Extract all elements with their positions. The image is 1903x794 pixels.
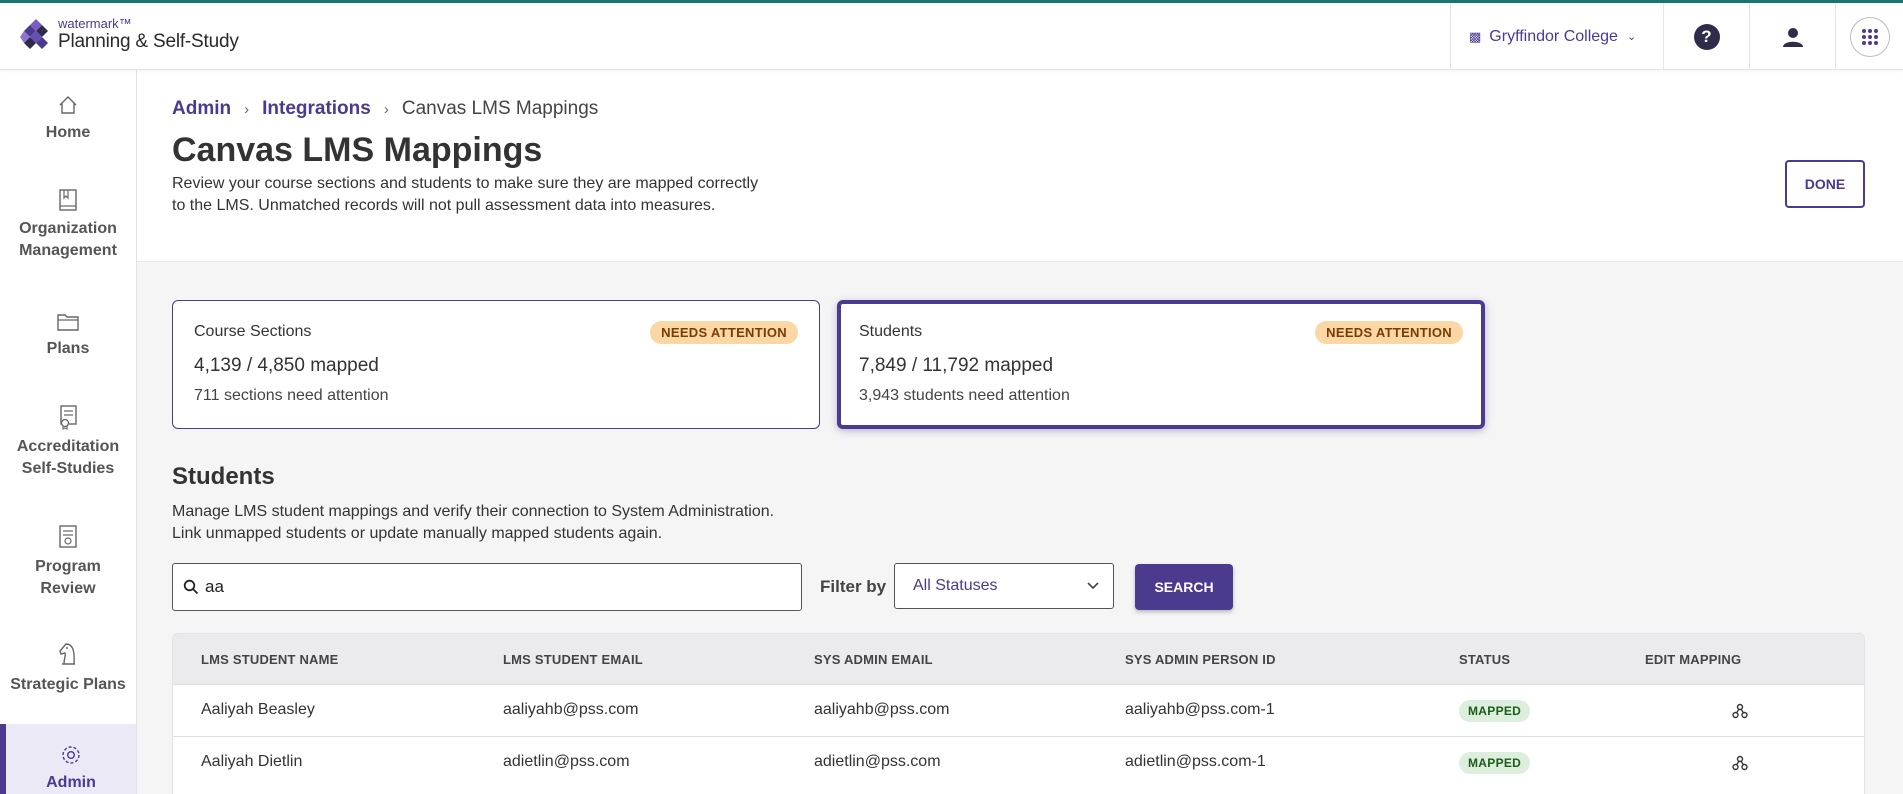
college-selector[interactable]: ▩ Gryffindor College ⌄ — [1450, 3, 1663, 70]
brand-small-text: watermark™ — [58, 16, 132, 31]
column-header[interactable]: LMS STUDENT NAME — [201, 652, 339, 667]
breadcrumb: Admin › Integrations › Canvas LMS Mappin… — [172, 98, 598, 120]
filter-label: Filter by — [820, 577, 887, 596]
column-header[interactable]: SYS ADMIN PERSON ID — [1125, 652, 1276, 667]
lms-student-name: Aaliyah Beasley — [201, 701, 315, 718]
table-row: Aaliyah Dietlin adietlin@pss.com adietli… — [173, 736, 1864, 788]
card-mapped-count: 4,139 / 4,850 mapped — [194, 355, 379, 376]
card-attention-count: 711 sections need attention — [194, 387, 389, 404]
watermark-logo-icon — [20, 19, 48, 49]
gear-icon — [60, 738, 82, 766]
page-description: Review your course sections and students… — [172, 175, 759, 214]
needs-attention-badge: NEEDS ATTENTION — [650, 321, 798, 344]
page-title: Canvas LMS Mappings — [172, 131, 543, 169]
home-icon — [57, 86, 79, 116]
lms-student-name: Aaliyah Dietlin — [201, 753, 303, 770]
breadcrumb-integrations-link[interactable]: Integrations — [262, 98, 371, 120]
students-section-title: Students — [172, 463, 275, 490]
sidebar-item-label: Admin — [46, 774, 96, 791]
sidebar-item-plans[interactable]: Plans — [0, 302, 136, 382]
apps-button[interactable] — [1835, 3, 1903, 70]
sidebar-item-label: Organization Management — [19, 220, 117, 259]
sidebar-item-organization-management[interactable]: Organization Management — [0, 182, 136, 282]
help-button[interactable]: ? — [1663, 3, 1749, 70]
column-header: EDIT MAPPING — [1645, 652, 1742, 667]
sidebar-item-strategic-plans[interactable]: Strategic Plans — [0, 638, 136, 718]
sidebar-item-program-review[interactable]: Program Review — [0, 520, 136, 620]
chevron-down-icon: ⌄ — [1626, 31, 1637, 43]
document-review-icon — [57, 520, 79, 550]
lms-student-email: adietlin@pss.com — [503, 753, 630, 770]
search-icon — [183, 579, 199, 595]
folder-icon — [56, 302, 80, 332]
card-mapped-count: 7,849 / 11,792 mapped — [859, 355, 1054, 376]
sys-admin-email: adietlin@pss.com — [814, 753, 941, 770]
sidebar-item-label: Home — [45, 124, 91, 141]
user-icon — [1782, 27, 1803, 47]
apps-grid-icon — [1849, 16, 1890, 57]
watermark-logo[interactable]: watermark™ Planning & Self-Study — [20, 17, 239, 53]
lms-student-email: aaliyahb@pss.com — [503, 701, 639, 718]
sidebar-item-label: Plans — [46, 340, 90, 357]
sidebar-item-accreditation-self-studies[interactable]: Accreditation Self-Studies — [0, 400, 136, 500]
status-badge: MAPPED — [1459, 700, 1531, 722]
sys-admin-person-id: aaliyahb@pss.com-1 — [1125, 701, 1275, 718]
card-label: Students — [859, 323, 923, 340]
sidebar-item-admin[interactable]: Admin — [0, 724, 136, 794]
college-name: Gryffindor College — [1489, 27, 1618, 45]
students-table: LMS STUDENT NAME LMS STUDENT EMAIL SYS A… — [172, 633, 1865, 794]
building-icon: ▩ — [1469, 28, 1482, 44]
top-bar: watermark™ Planning & Self-Study ▩ Gryff… — [0, 0, 1903, 70]
user-menu-button[interactable] — [1749, 3, 1835, 70]
breadcrumb-separator-icon: › — [244, 100, 250, 118]
done-button[interactable]: DONE — [1785, 160, 1865, 208]
description-line: Link unmapped students or update manuall… — [172, 525, 663, 542]
sidebar-item-label: Program Review — [35, 558, 101, 597]
status-filter-select[interactable]: All Statuses — [894, 563, 1114, 609]
chess-knight-icon — [56, 638, 80, 668]
chevron-down-icon — [1087, 582, 1099, 590]
edit-mapping-icon[interactable] — [1732, 755, 1748, 771]
brand-name: Planning & Self-Study — [58, 31, 239, 52]
card-attention-count: 3,943 students need attention — [859, 387, 1070, 404]
students-card[interactable]: Students NEEDS ATTENTION 7,849 / 11,792 … — [837, 300, 1485, 429]
sidebar: Home Organization Management Plans Accre… — [0, 70, 137, 794]
breadcrumb-admin-link[interactable]: Admin — [172, 98, 231, 120]
status-filter-value: All Statuses — [913, 577, 998, 594]
description-line: Manage LMS student mappings and verify t… — [172, 503, 775, 520]
book-icon — [57, 182, 79, 212]
needs-attention-badge: NEEDS ATTENTION — [1315, 321, 1463, 344]
breadcrumb-current: Canvas LMS Mappings — [401, 98, 599, 119]
sidebar-item-label: Strategic Plans — [10, 676, 126, 693]
column-header[interactable]: LMS STUDENT EMAIL — [503, 652, 643, 667]
sys-admin-person-id: adietlin@pss.com-1 — [1125, 753, 1266, 770]
search-field[interactable] — [172, 563, 802, 611]
search-button[interactable]: SEARCH — [1135, 564, 1233, 610]
sidebar-item-home[interactable]: Home — [0, 86, 136, 166]
sys-admin-email: aaliyahb@pss.com — [814, 701, 950, 718]
edit-mapping-icon[interactable] — [1732, 703, 1748, 719]
table-header: LMS STUDENT NAME LMS STUDENT EMAIL SYS A… — [173, 634, 1864, 684]
course-sections-card[interactable]: Course Sections NEEDS ATTENTION 4,139 / … — [172, 300, 820, 429]
search-input[interactable] — [205, 577, 775, 597]
card-label: Course Sections — [194, 323, 312, 340]
column-header[interactable]: SYS ADMIN EMAIL — [814, 652, 933, 667]
breadcrumb-separator-icon: › — [383, 100, 389, 118]
certificate-icon — [57, 400, 79, 430]
help-icon: ? — [1693, 23, 1720, 50]
students-section-description: Manage LMS student mappings and verify t… — [172, 501, 774, 545]
column-header[interactable]: STATUS — [1459, 652, 1510, 667]
status-badge: MAPPED — [1459, 752, 1531, 774]
sidebar-item-label: Accreditation Self-Studies — [16, 438, 120, 477]
table-row: Aaliyah Beasley aaliyahb@pss.com aaliyah… — [173, 684, 1864, 736]
